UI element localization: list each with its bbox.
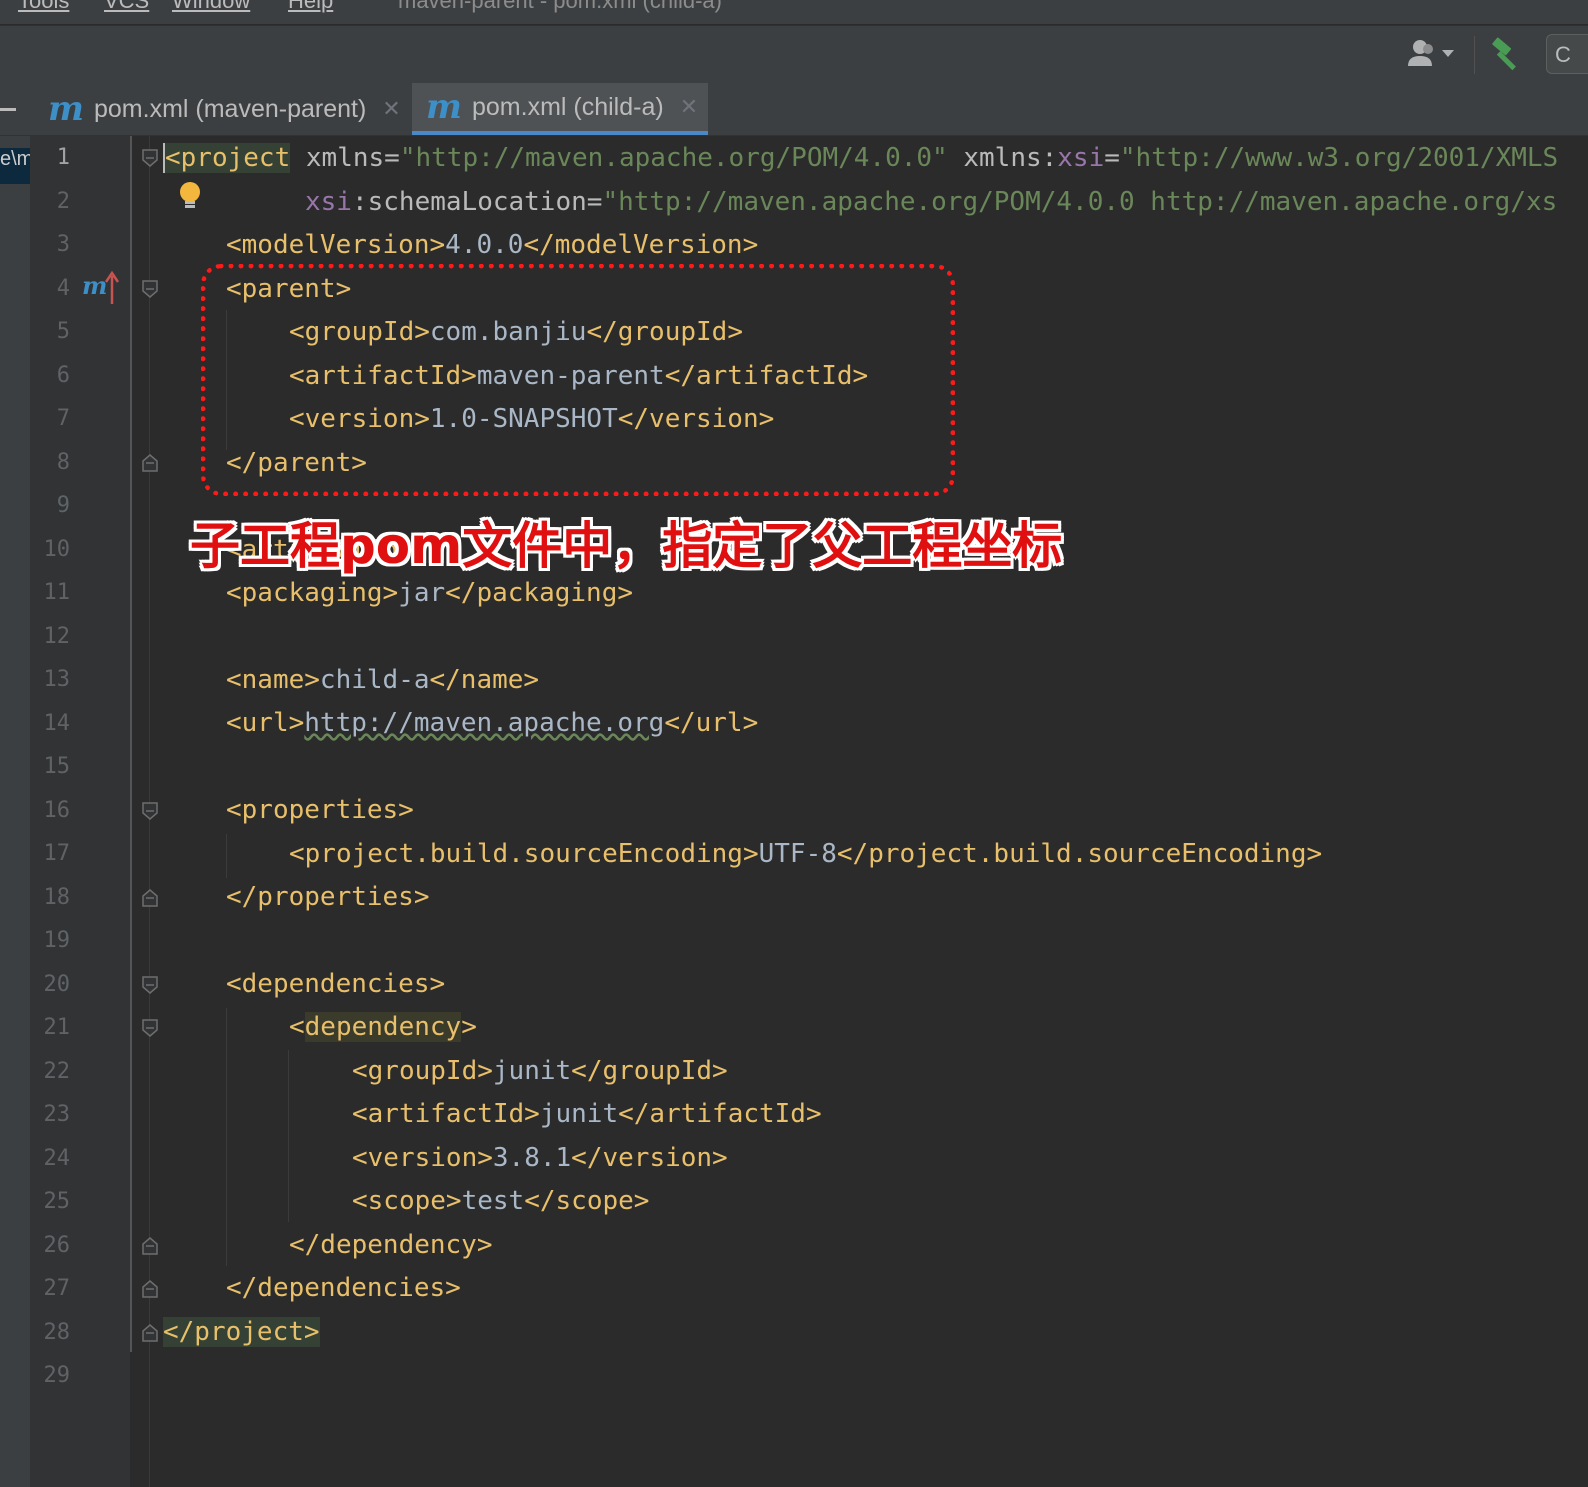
line-number[interactable]: 15 [30,745,71,789]
menu-window[interactable]: Window [172,0,250,14]
fold-end-icon[interactable] [141,888,159,908]
editor-tab-bar: m pom.xml (maven-parent) ✕ m pom.xml (ch… [0,83,1588,136]
fold-collapse-icon[interactable] [141,148,159,168]
line-number[interactable]: 6 [30,354,70,398]
code-line-1[interactable]: <project xmlns="http://maven.apache.org/… [163,136,1558,180]
code-line-23[interactable]: <artifactId>junit</artifactId> [352,1092,822,1136]
user-icon[interactable] [1406,38,1456,70]
line-number[interactable]: 24 [30,1137,71,1181]
menu-vcs[interactable]: VCS [104,0,149,14]
fold-collapse-icon[interactable] [141,279,159,299]
run-config-combo[interactable]: C [1546,34,1588,74]
maven-m-icon: m [426,87,462,127]
line-number[interactable]: 27 [30,1267,71,1311]
line-number[interactable]: 25 [30,1180,71,1224]
gutter-vcs-border [130,136,132,1352]
line-number[interactable]: 5 [30,310,70,354]
line-number[interactable]: 17 [30,832,71,876]
fold-end-icon[interactable] [141,1279,159,1299]
line-number[interactable]: 16 [30,789,71,833]
project-panel-edge[interactable]: e\m [0,136,30,1487]
line-number[interactable]: 19 [30,919,71,963]
indent-guide [226,834,227,878]
close-icon[interactable]: ✕ [680,94,698,120]
line-number[interactable]: 18 [30,876,71,920]
tab-label: pom.xml (maven-parent) [93,94,367,123]
project-tree-selection[interactable]: e\m [0,148,30,184]
code-line-22[interactable]: <groupId>junit</groupId> [352,1049,728,1093]
tab-label: pom.xml (child-a) [471,92,664,121]
line-number[interactable]: 10 [30,528,71,572]
code-line-11[interactable]: <packaging>jar</packaging> [226,571,633,615]
fold-collapse-icon[interactable] [141,975,159,995]
line-number[interactable]: 12 [30,615,71,659]
code-line-20[interactable]: <dependencies> [226,962,445,1006]
code-line-2[interactable]: xsi:schemaLocation="http://maven.apache.… [305,180,1557,224]
line-number[interactable]: 2 [30,180,70,224]
line-number[interactable]: 9 [30,484,70,528]
svg-text:m: m [82,271,107,300]
code-line-28[interactable]: </project> [163,1310,320,1354]
code-line-16[interactable]: <properties> [226,788,414,832]
code-line-24[interactable]: <version>3.8.1</version> [352,1136,728,1180]
code-line-27[interactable]: </dependencies> [226,1266,461,1310]
line-number[interactable]: 14 [30,702,71,746]
code-line-3[interactable]: <modelVersion>4.0.0</modelVersion> [226,223,758,267]
hammer-icon[interactable] [1489,36,1525,72]
code-line-21[interactable]: <dependency> [289,1005,477,1049]
menu-bar: Tools VCS Window Help maven-parent - pom… [0,0,1588,24]
line-number[interactable]: 23 [30,1093,71,1137]
window-title: maven-parent - pom.xml (child-a) [398,0,722,13]
lightbulb-icon[interactable] [176,180,204,214]
line-number[interactable]: 11 [30,571,71,615]
menu-tools[interactable]: Tools [18,0,69,14]
line-number[interactable]: 1 [30,136,70,180]
line-number[interactable]: 13 [30,658,71,702]
annotation-label: 子工程pom文件中，指定了父工程坐标 [190,517,1063,575]
fold-end-icon[interactable] [141,453,159,473]
toolbar-separator [1474,36,1475,74]
fold-collapse-icon[interactable] [141,801,159,821]
fold-end-icon[interactable] [141,1236,159,1256]
code-line-25[interactable]: <scope>test</scope> [352,1179,649,1223]
line-number[interactable]: 26 [30,1224,71,1268]
line-number[interactable]: 20 [30,963,71,1007]
indent-guide [288,1050,289,1222]
tab-pom-child-a[interactable]: m pom.xml (child-a) ✕ [412,83,708,135]
line-number[interactable]: 8 [30,441,70,485]
line-number[interactable]: 7 [30,397,70,441]
line-number[interactable]: 3 [30,223,70,267]
line-number[interactable]: 4 [30,267,70,311]
code-line-17[interactable]: <project.build.sourceEncoding>UTF-8</pro… [289,832,1322,876]
code-line-14[interactable]: <url>http://maven.apache.org</url> [226,701,758,745]
tab-scroll-indicator [0,108,16,111]
maven-parent-navigate-icon[interactable]: m [82,270,122,306]
fold-end-icon[interactable] [141,1323,159,1343]
line-number[interactable]: 22 [30,1050,71,1094]
maven-m-icon: m [48,89,84,129]
line-number[interactable]: 21 [30,1006,71,1050]
close-icon[interactable]: ✕ [382,96,400,122]
indent-guide [226,1008,227,1266]
code-line-26[interactable]: </dependency> [289,1223,493,1267]
url-link[interactable]: http://maven.apache.org [304,708,664,738]
line-number[interactable]: 28 [30,1311,71,1355]
main-toolbar: C [0,25,1588,84]
annotation-highlight-box [201,264,955,496]
line-number[interactable]: 29 [30,1354,71,1398]
tab-pom-maven-parent[interactable]: m pom.xml (maven-parent) ✕ [34,83,410,135]
fold-collapse-icon[interactable] [141,1018,159,1038]
code-line-13[interactable]: <name>child-a</name> [226,658,539,702]
menu-help[interactable]: Help [288,0,333,14]
code-line-18[interactable]: </properties> [226,875,430,919]
